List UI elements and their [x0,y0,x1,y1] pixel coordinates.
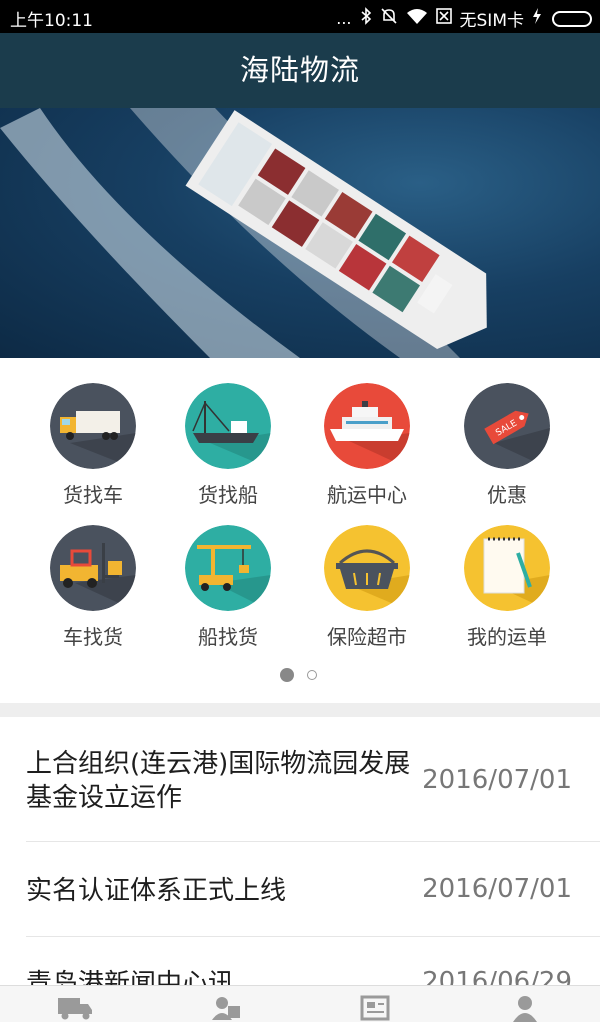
news-item[interactable]: 实名认证体系正式上线 2016/07/01 [26,842,600,937]
news-title: 实名认证体系正式上线 [26,876,287,906]
section-divider [0,703,600,717]
news-item[interactable]: 上合组织(连云港)国际物流园发展基金设立运作 2016/07/01 [26,717,600,842]
page-indicator [0,664,600,684]
menu-item-discount[interactable]: SALE 优惠 [442,383,572,507]
banner-image[interactable] [0,108,600,358]
container-ship-illustration [0,108,487,358]
news-date: 2016/06/29 [422,967,572,985]
news-date: 2016/07/01 [422,874,572,904]
bottom-tab-bar [0,985,600,1022]
news-title: 上合组织(连云港)国际物流园发展基金设立运作 [26,749,411,813]
menu-item-insurance-market[interactable]: 保险超市 [302,525,432,649]
status-time: 上午10:11 [10,11,93,31]
menu-item-label: 我的运单 [467,625,547,649]
menu-item-cargo-find-ship[interactable]: 货找船 [163,383,293,507]
ferry-icon [324,383,410,469]
menu-item-label: 优惠 [487,483,527,507]
basket-icon [324,525,410,611]
truck-icon [50,383,136,469]
battery-icon [552,10,592,27]
menu-item-label: 船找货 [198,625,258,649]
menu-item-label: 车找货 [63,625,123,649]
carrier-text: 无SIM卡 [459,11,524,31]
status-bar: 上午10:11 ... 无SIM卡 [0,0,600,33]
bluetooth-icon [360,7,372,30]
menu-item-shipping-center[interactable]: 航运中心 [302,383,432,507]
page-dot[interactable] [307,670,317,680]
menu-item-label: 货找车 [63,483,123,507]
news-tab-icon[interactable] [356,994,396,1022]
charging-icon [532,7,542,30]
boat-icon [185,383,271,469]
truck-tab-icon[interactable] [56,994,96,1022]
menu-item-my-waybill[interactable]: 我的运单 [442,525,572,649]
profile-tab-icon[interactable] [505,994,545,1022]
news-date: 2016/07/01 [422,765,572,795]
signal-dots: ... [336,8,352,28]
menu-item-label: 货找船 [198,483,258,507]
status-icons: ... 无SIM卡 [336,6,592,31]
no-sim-icon [435,7,452,30]
crane-icon [185,525,271,611]
menu-item-cargo-find-truck[interactable]: 货找车 [28,383,158,507]
page-dot-active[interactable] [280,668,294,682]
mute-icon [380,7,398,30]
news-list: 上合组织(连云港)国际物流园发展基金设立运作 2016/07/01 实名认证体系… [0,717,600,985]
contact-tab-icon[interactable] [206,994,246,1022]
app-header: 海陆物流 [0,33,600,108]
menu-item-ship-find-cargo[interactable]: 船找货 [163,525,293,649]
forklift-icon [50,525,136,611]
sale-tag-icon: SALE [464,383,550,469]
notepad-icon [464,525,550,611]
wifi-icon [406,7,428,30]
news-title: 青岛港新闻中心讯 [26,969,235,985]
menu-item-label: 航运中心 [327,483,407,507]
menu-item-label: 保险超市 [327,625,407,649]
news-item[interactable]: 青岛港新闻中心讯 2016/06/29 [26,937,600,985]
menu-item-truck-find-cargo[interactable]: 车找货 [28,525,158,649]
page-title: 海陆物流 [239,53,360,87]
feature-menu: 货找车 货找船 航运中心 SALE 优惠 车找货 船找货 保险超市 我的运单 [0,358,600,703]
